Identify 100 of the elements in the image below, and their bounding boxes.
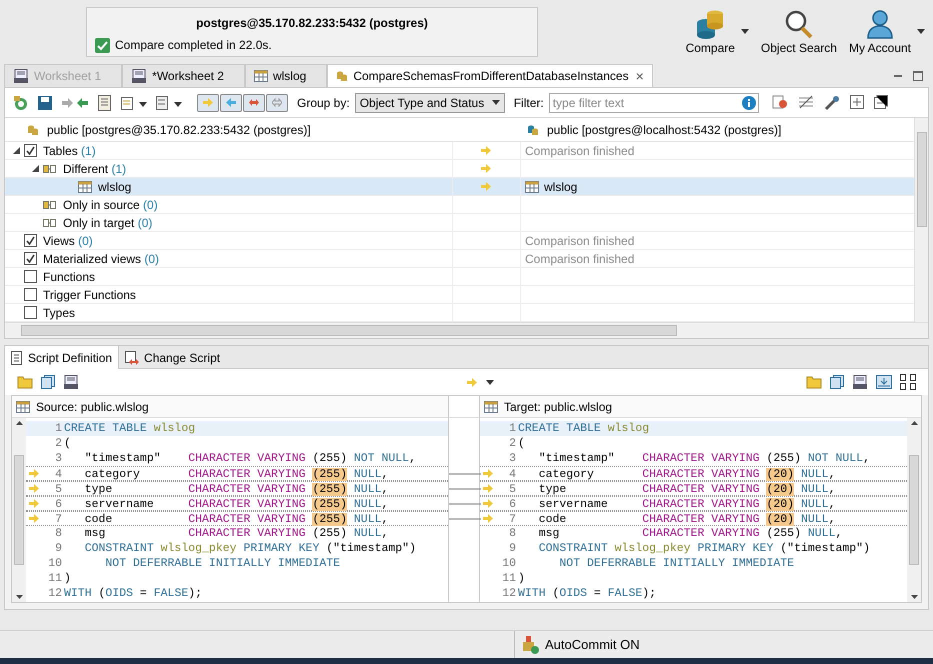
expand-triangle-icon[interactable] xyxy=(32,165,39,172)
database-icon xyxy=(695,9,726,39)
vertical-scrollbar[interactable] xyxy=(907,418,921,602)
close-button[interactable]: × xyxy=(636,66,644,86)
export-icon[interactable] xyxy=(876,375,892,389)
sql-file-icon xyxy=(13,69,29,83)
status-text: Comparison finished xyxy=(525,232,634,250)
save-icon[interactable] xyxy=(38,96,52,110)
code-line: ) xyxy=(64,571,71,586)
tree-row[interactable]: Tables (1) Comparison finished xyxy=(5,142,914,160)
tools-icon[interactable] xyxy=(824,94,840,110)
open-folder-icon[interactable] xyxy=(17,375,33,389)
document-icon[interactable] xyxy=(98,94,112,110)
code-line: CONSTRAINT wlslog_pkey PRIMARY KEY ("timestamp") xyxy=(538,541,870,556)
line-number: 2 xyxy=(54,436,62,451)
toolbar-button[interactable]: Object Search xyxy=(754,9,843,57)
code-line: type CHARACTER VARYING (255) NULL, xyxy=(84,482,388,495)
group-by-dropdown[interactable]: Object Type and Status xyxy=(354,92,505,112)
code-line: category CHARACTER VARYING (20) NULL, xyxy=(538,467,836,480)
caret-icon xyxy=(492,100,500,105)
code-line: WITH (OIDS = FALSE); xyxy=(518,586,656,601)
table-icon xyxy=(484,400,498,412)
vertical-scrollbar[interactable] xyxy=(12,418,26,602)
filter-lines-icon[interactable] xyxy=(798,94,814,108)
filter-toggle[interactable] xyxy=(220,94,242,112)
tree-row[interactable]: Functions xyxy=(5,268,914,286)
tree-row[interactable]: wlslog wlslog xyxy=(5,178,914,196)
line-number: 3 xyxy=(508,451,516,466)
horizontal-scrollbar[interactable] xyxy=(5,322,928,338)
checkbox[interactable] xyxy=(24,288,37,301)
checkbox[interactable] xyxy=(24,252,37,265)
code-line: code CHARACTER VARYING (255) NULL, xyxy=(84,512,388,525)
database-check-icon xyxy=(521,636,539,654)
code-line: ) xyxy=(518,571,525,586)
script-tab[interactable]: Change Script xyxy=(119,346,226,369)
filter-toggle[interactable] xyxy=(266,94,288,112)
tree-row[interactable]: Materialized views (0) Comparison finished xyxy=(5,250,914,268)
line-number: 8 xyxy=(508,526,516,541)
tree-row[interactable]: Views (0) Comparison finished xyxy=(5,232,914,250)
scroll-up-icon xyxy=(16,421,22,425)
editor-tab[interactable]: wlslog xyxy=(244,64,328,87)
toolbar-button[interactable]: My Account xyxy=(842,9,917,57)
tree-row[interactable]: Only in target (0) xyxy=(5,214,914,232)
code-line: msg CHARACTER VARYING (255) NULL, xyxy=(84,526,388,541)
checkbox[interactable] xyxy=(24,306,37,319)
filter-toggle[interactable] xyxy=(197,94,219,112)
expand-all-icon[interactable] xyxy=(850,94,864,108)
vertical-scrollbar[interactable] xyxy=(914,118,928,322)
checkbox[interactable] xyxy=(24,144,37,157)
tree-label: Different (1) xyxy=(63,160,126,178)
two-databases-icon xyxy=(43,162,57,174)
tree-row[interactable]: Only in source (0) xyxy=(5,196,914,214)
maximize-icon[interactable] xyxy=(913,71,923,81)
editor-tab[interactable]: CompareSchemasFromDifferentDatabaseInstances × xyxy=(327,64,653,87)
arrow-icon xyxy=(482,469,494,478)
expand-triangle-icon[interactable] xyxy=(13,147,20,154)
code-line: "timestamp" CHARACTER VARYING (255) NOT NULL, xyxy=(84,451,416,466)
filter-toggle[interactable] xyxy=(243,94,265,112)
script-dropdown-icon[interactable] xyxy=(121,94,147,110)
arrows-icon[interactable] xyxy=(61,96,89,110)
code-line: code CHARACTER VARYING (20) NULL, xyxy=(538,512,836,525)
caret-icon[interactable] xyxy=(486,380,494,384)
toolbar-button[interactable]: Compare xyxy=(680,9,741,57)
caret-icon[interactable] xyxy=(740,29,749,34)
line-number: 9 xyxy=(508,541,516,556)
editor-tab[interactable]: *Worksheet 2 xyxy=(122,64,245,87)
caret-icon[interactable] xyxy=(917,29,925,34)
filter-field[interactable]: type filter text xyxy=(548,92,759,112)
checkbox[interactable] xyxy=(24,234,37,247)
line-number: 1 xyxy=(508,421,516,436)
server-dropdown-icon[interactable] xyxy=(156,94,182,110)
arrow-icon xyxy=(226,98,236,107)
line-number: 4 xyxy=(54,467,62,480)
table-icon xyxy=(16,400,30,412)
arrow-icon xyxy=(249,98,259,107)
tree-row[interactable]: Trigger Functions xyxy=(5,286,914,304)
tree-label: Functions xyxy=(43,268,96,286)
refresh-icon[interactable] xyxy=(13,94,29,110)
open-folder-icon[interactable] xyxy=(806,375,822,389)
tree-label: Materialized views (0) xyxy=(43,250,160,268)
scroll-down-icon xyxy=(16,595,22,599)
collapse-all-icon[interactable] xyxy=(874,94,888,108)
checkbox[interactable] xyxy=(24,270,37,283)
line-number: 7 xyxy=(508,512,516,525)
line-number: 10 xyxy=(47,556,62,571)
tree-label: Only in target (0) xyxy=(63,214,152,232)
group-by-label: Group by: xyxy=(297,94,350,112)
copy-icon[interactable] xyxy=(41,375,55,389)
line-number: 6 xyxy=(54,497,62,510)
code-line: servername CHARACTER VARYING (255) NULL, xyxy=(84,497,388,510)
hide-icon[interactable] xyxy=(772,94,788,108)
script-tab[interactable]: Script Definition xyxy=(5,346,120,369)
arrow-icon xyxy=(482,499,494,508)
copy-icon[interactable] xyxy=(830,375,844,389)
line-number: 9 xyxy=(54,541,62,556)
status-text: Comparison finished xyxy=(525,142,634,160)
two-databases-icon xyxy=(43,216,57,228)
sql-file-icon xyxy=(131,69,148,83)
columns-icon[interactable] xyxy=(900,374,916,390)
code-line: ( xyxy=(64,436,71,451)
